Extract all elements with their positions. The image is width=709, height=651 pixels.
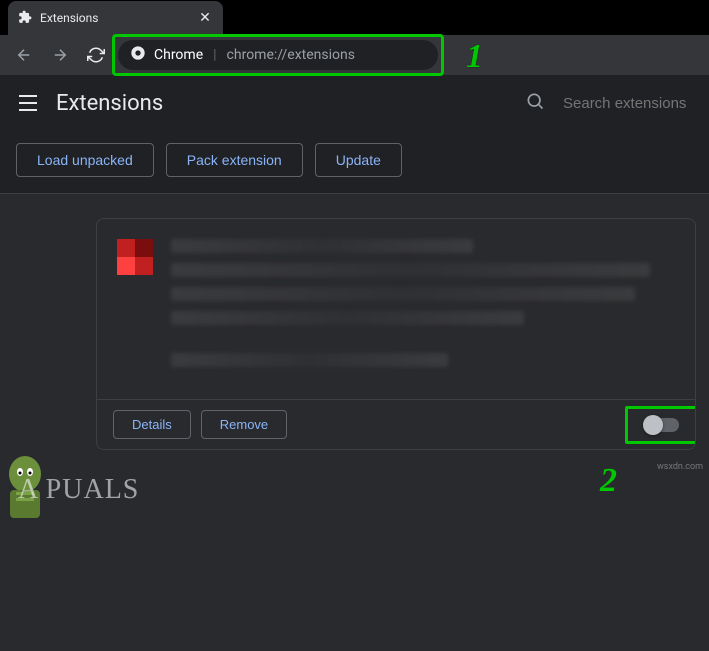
annotation-callout-2: 2 [600,462,617,500]
enable-toggle-wrap [645,418,679,432]
page-header: Extensions [0,75,709,131]
update-button[interactable]: Update [315,143,402,177]
extension-icon [117,239,153,275]
back-button[interactable] [10,41,38,69]
tab-title: Extensions [40,11,98,25]
tab-strip: Extensions ✕ [0,0,709,35]
browser-toolbar: Chrome | chrome://extensions [0,35,709,75]
search-input[interactable] [563,95,693,112]
details-button[interactable]: Details [113,410,191,439]
extensions-list: Details Remove [0,194,709,651]
toggle-knob [643,415,663,435]
browser-tab[interactable]: Extensions ✕ [8,1,223,35]
dev-actions-row: Load unpacked Pack extension Update [0,131,709,194]
search-icon [525,91,545,115]
remove-button[interactable]: Remove [201,410,287,439]
chrome-product-icon [130,45,146,65]
extension-card-footer: Details Remove [97,399,695,449]
forward-button[interactable] [46,41,74,69]
extension-info-redacted [171,239,675,379]
omnibox-url: chrome://extensions [227,47,355,63]
omnibox-separator: | [213,47,216,63]
search-box[interactable] [525,91,693,115]
menu-icon[interactable] [16,91,40,115]
tab-close-button[interactable]: ✕ [197,10,213,26]
load-unpacked-button[interactable]: Load unpacked [16,143,154,177]
enable-toggle[interactable] [645,418,679,432]
extension-card: Details Remove [96,218,696,450]
annotation-callout-1: 1 [466,38,483,76]
watermark-brand: A PUALS [18,474,139,506]
reload-button[interactable] [82,41,110,69]
pack-extension-button[interactable]: Pack extension [166,143,303,177]
watermark-source: wsxdn.com [657,462,703,472]
page-title: Extensions [56,91,163,116]
extension-puzzle-icon [18,10,32,27]
address-bar[interactable]: Chrome | chrome://extensions [118,40,438,70]
omnibox-scheme: Chrome [154,47,203,63]
